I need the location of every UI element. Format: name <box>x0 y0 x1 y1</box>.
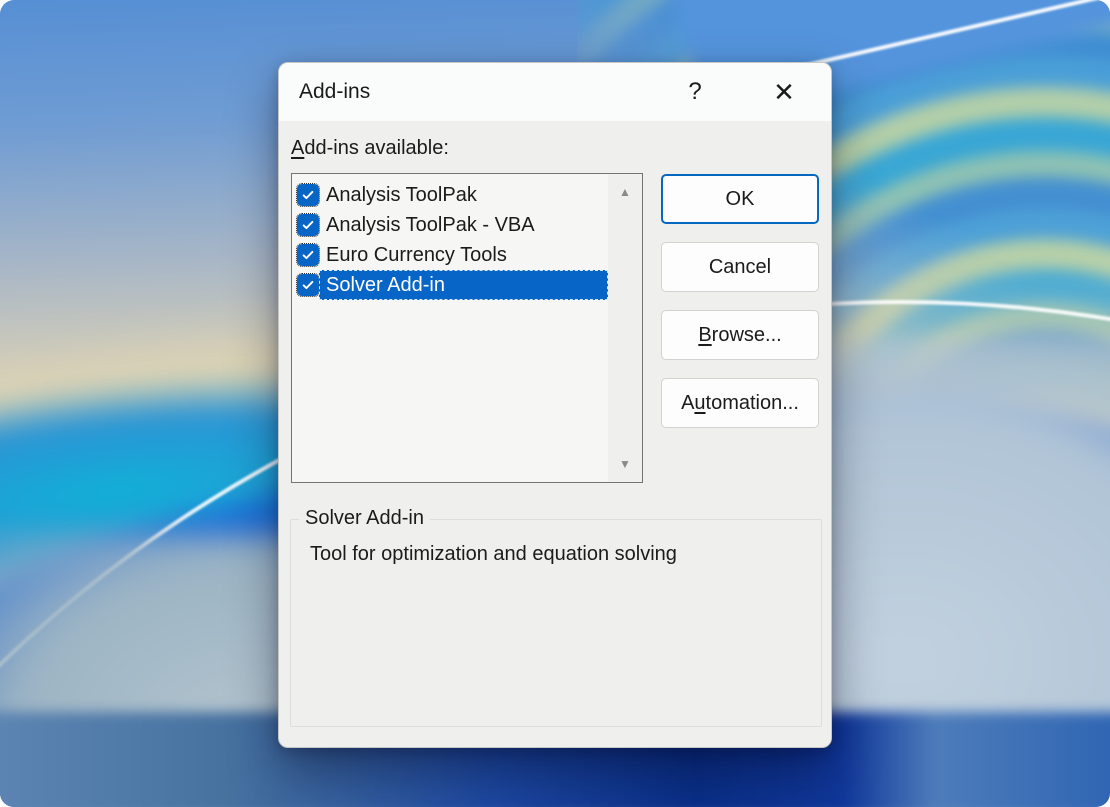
cancel-button[interactable]: Cancel <box>661 242 819 292</box>
browse-accesskey: B <box>698 324 711 347</box>
detail-groupbox: Solver Add-in Tool for optimization and … <box>290 519 822 727</box>
checkbox-checked-icon[interactable] <box>297 244 319 266</box>
scroll-down-icon[interactable]: ▼ <box>619 458 631 470</box>
addin-label[interactable]: Euro Currency Tools <box>319 240 608 270</box>
listbox-scrollbar[interactable]: ▲ ▼ <box>608 174 642 482</box>
addin-label[interactable]: Solver Add-in <box>319 270 608 300</box>
automation-prefix: A <box>681 392 694 415</box>
addin-row[interactable]: Analysis ToolPak <box>292 180 608 210</box>
automation-accesskey: u <box>694 392 705 415</box>
close-icon[interactable]: ✕ <box>762 63 806 121</box>
browse-button[interactable]: Browse... <box>661 310 819 360</box>
checkbox-checked-icon[interactable] <box>297 274 319 296</box>
help-icon[interactable]: ? <box>673 63 717 121</box>
check-icon <box>301 218 315 232</box>
automation-label: tomation... <box>706 392 799 415</box>
cancel-label: Cancel <box>709 256 771 279</box>
checkbox-checked-icon[interactable] <box>297 214 319 236</box>
label-accesskey: A <box>291 137 304 159</box>
check-icon <box>301 188 315 202</box>
addins-available-label: Add-ins available: <box>291 137 449 160</box>
addin-row[interactable]: Euro Currency Tools <box>292 240 608 270</box>
automation-button[interactable]: Automation... <box>661 378 819 428</box>
ok-label: OK <box>726 188 755 211</box>
detail-description: Tool for optimization and equation solvi… <box>310 543 677 566</box>
addins-dialog: Add-ins ? ✕ Add-ins available: Analysis … <box>278 62 832 748</box>
addin-label[interactable]: Analysis ToolPak - VBA <box>319 210 608 240</box>
checkbox-checked-icon[interactable] <box>297 184 319 206</box>
addins-listbox: Analysis ToolPakAnalysis ToolPak - VBAEu… <box>291 173 643 483</box>
detail-legend: Solver Add-in <box>299 507 430 530</box>
addin-label[interactable]: Analysis ToolPak <box>319 180 608 210</box>
dialog-title: Add-ins <box>299 63 370 121</box>
check-icon <box>301 278 315 292</box>
label-rest: dd-ins available: <box>304 137 449 159</box>
dialog-titlebar[interactable]: Add-ins ? ✕ <box>279 63 831 121</box>
browse-label: rowse... <box>712 324 782 347</box>
addin-row[interactable]: Solver Add-in <box>292 270 608 300</box>
addins-list: Analysis ToolPakAnalysis ToolPak - VBAEu… <box>292 174 608 482</box>
ok-button[interactable]: OK <box>661 174 819 224</box>
addin-row[interactable]: Analysis ToolPak - VBA <box>292 210 608 240</box>
scroll-up-icon[interactable]: ▲ <box>619 186 631 198</box>
check-icon <box>301 248 315 262</box>
